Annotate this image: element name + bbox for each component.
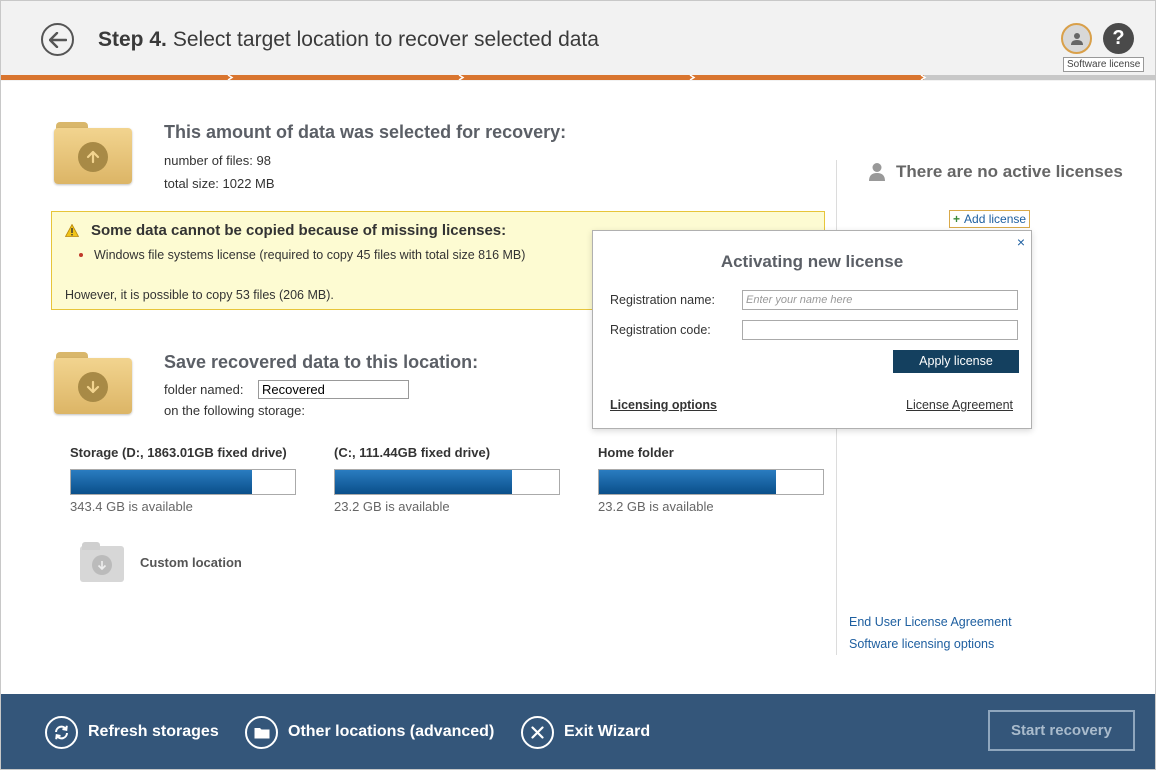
- registration-code-label: Registration code:: [610, 323, 711, 337]
- tooltip: Software license: [1063, 57, 1145, 72]
- step-number: Step 4.: [98, 28, 167, 51]
- apply-license-button[interactable]: Apply license: [893, 350, 1019, 373]
- upload-folder-icon: [54, 122, 132, 184]
- custom-location-button[interactable]: Custom location: [80, 542, 280, 584]
- help-button[interactable]: ?: [1103, 23, 1134, 54]
- user-icon: [869, 163, 885, 181]
- license-agreement-link[interactable]: License Agreement: [906, 398, 1013, 412]
- storage-usage-fill: [599, 470, 776, 494]
- warning-item: Windows file systems license (required t…: [78, 248, 526, 262]
- arrow-down-icon: [92, 555, 112, 575]
- storage-item-d[interactable]: Storage (D:, 1863.01GB fixed drive) 343.…: [70, 445, 296, 514]
- question-mark-icon: ?: [1112, 27, 1125, 49]
- storage-item-home[interactable]: Home folder 23.2 GB is available: [598, 445, 824, 514]
- license-activation-dialog: × Activating new license Registration na…: [592, 230, 1032, 429]
- exit-wizard-label: Exit Wizard: [564, 723, 651, 740]
- storage-name: (C:, 111.44GB fixed drive): [334, 445, 491, 460]
- storage-usage-bar: [598, 469, 824, 495]
- storage-available: 23.2 GB is available: [334, 499, 450, 514]
- footer-toolbar: Refresh storages Other locations (advanc…: [1, 694, 1155, 769]
- storage-usage-fill: [335, 470, 512, 494]
- registration-code-input[interactable]: [742, 320, 1018, 340]
- arrow-up-icon: [86, 150, 100, 164]
- folder-icon: [245, 715, 278, 749]
- step-description: Select target location to recover select…: [172, 28, 599, 51]
- close-icon: [521, 715, 554, 749]
- arrow-left-icon: [48, 31, 67, 48]
- license-status: There are no active licenses: [896, 162, 1123, 181]
- arrow-down-icon: [86, 380, 100, 394]
- back-button[interactable]: [41, 23, 74, 56]
- save-heading: Save recovered data to this location:: [164, 352, 479, 372]
- storage-usage-bar: [70, 469, 296, 495]
- page-title: Step 4. Select target location to recover…: [98, 28, 599, 52]
- dialog-title: Activating new license: [720, 252, 904, 271]
- close-icon[interactable]: ×: [1017, 234, 1025, 250]
- add-license-button[interactable]: + Add license: [949, 210, 1031, 228]
- licensing-options-link[interactable]: Software licensing options: [849, 637, 994, 651]
- selection-heading: This amount of data was selected for rec…: [164, 122, 567, 142]
- add-license-label: Add license: [964, 212, 1027, 226]
- eula-link[interactable]: End User License Agreement: [849, 615, 1012, 629]
- other-locations-label: Other locations (advanced): [288, 723, 495, 740]
- storage-name: Home folder: [598, 445, 674, 460]
- refresh-storages-button[interactable]: Refresh storages: [45, 715, 219, 749]
- refresh-storages-label: Refresh storages: [88, 723, 219, 740]
- storage-label: on the following storage:: [164, 403, 305, 418]
- storage-name: Storage (D:, 1863.01GB fixed drive): [70, 445, 287, 460]
- step-progress: [1, 75, 1155, 80]
- folder-label: folder named:: [164, 382, 244, 397]
- registration-name-label: Registration name:: [610, 293, 715, 307]
- other-locations-button[interactable]: Other locations (advanced): [245, 715, 494, 749]
- step-progress-dividers: [227, 75, 927, 80]
- warning-icon: [65, 224, 79, 237]
- storage-usage-fill: [71, 470, 253, 494]
- download-folder-icon: [54, 352, 132, 414]
- refresh-icon: [45, 715, 78, 749]
- header: Step 4. Select target location to recover…: [1, 1, 1155, 81]
- licensing-options-link[interactable]: Licensing options: [610, 398, 717, 412]
- storage-usage-bar: [334, 469, 560, 495]
- custom-location-label: Custom location: [140, 555, 242, 570]
- user-icon: [1070, 32, 1083, 45]
- folder-name-input[interactable]: Recovered: [258, 380, 409, 399]
- warning-note: However, it is possible to copy 53 files…: [65, 288, 334, 302]
- warning-title: Some data cannot be copied because of mi…: [91, 222, 507, 239]
- total-size: total size: 1022 MB: [164, 176, 275, 191]
- file-count: number of files: 98: [164, 153, 271, 168]
- storage-available: 343.4 GB is available: [70, 499, 193, 514]
- registration-name-input[interactable]: Enter your name here: [742, 290, 1018, 310]
- software-license-button[interactable]: [1061, 23, 1092, 54]
- start-recovery-button[interactable]: Start recovery: [988, 710, 1135, 751]
- plus-icon: +: [953, 212, 961, 226]
- exit-wizard-button[interactable]: Exit Wizard: [521, 715, 650, 749]
- storage-available: 23.2 GB is available: [598, 499, 714, 514]
- storage-item-c[interactable]: (C:, 111.44GB fixed drive) 23.2 GB is av…: [334, 445, 560, 514]
